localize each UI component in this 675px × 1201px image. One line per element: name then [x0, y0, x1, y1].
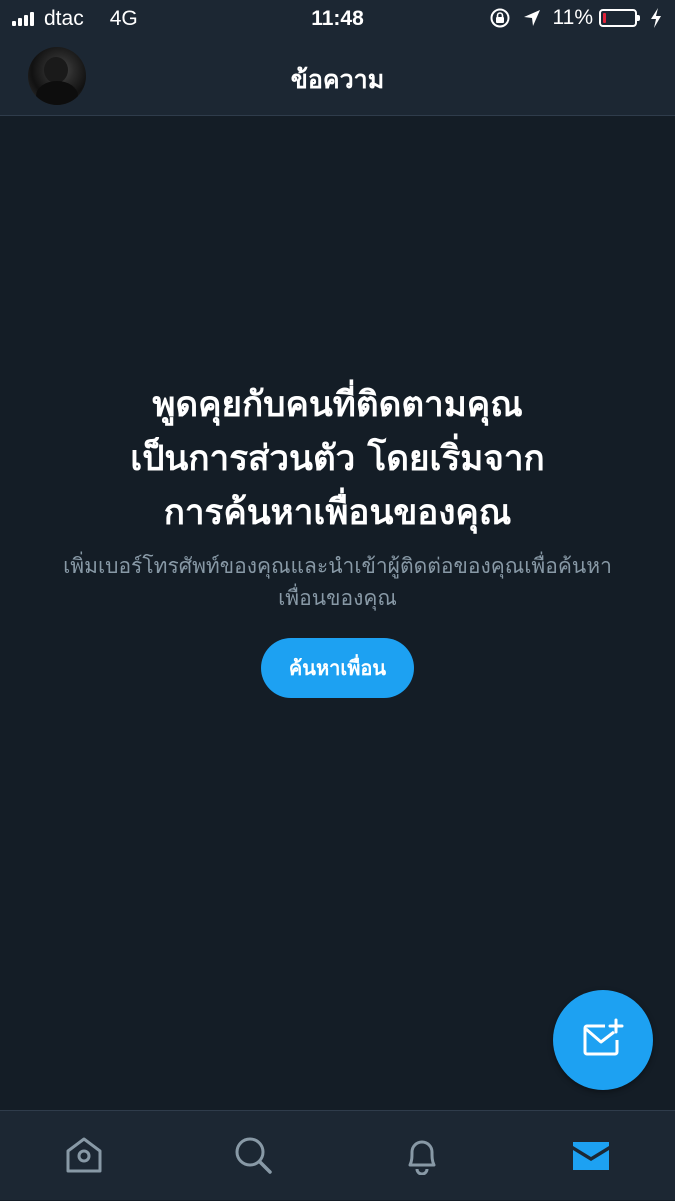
tab-home[interactable]: [0, 1111, 168, 1201]
search-icon: [235, 1137, 272, 1174]
empty-state-title: พูดคุยกับคนที่ติดตามคุณเป็นการส่วนตัว โด…: [130, 385, 545, 533]
empty-state-subtitle: เพิ่มเบอร์โทรศัพท์ของคุณและนำเข้าผู้ติดต…: [63, 554, 612, 610]
orientation-lock-icon: [490, 8, 510, 28]
tab-search[interactable]: [169, 1111, 337, 1201]
notifications-icon: [408, 1140, 436, 1175]
messages-empty-state: พูดคุยกับคนที่ติดตามคุณเป็นการส่วนตัว โด…: [40, 378, 635, 698]
messages-icon: [573, 1142, 609, 1170]
tab-notifications[interactable]: [338, 1111, 506, 1201]
charging-bolt-icon: [651, 8, 661, 28]
top-navigation-bar: ข้อความ: [0, 40, 675, 116]
battery-level-fill: [603, 13, 606, 23]
tab-messages[interactable]: [507, 1111, 675, 1201]
new-message-icon: [583, 1018, 624, 1056]
find-friends-button[interactable]: ค้นหาเพื่อน: [260, 638, 415, 698]
battery-percent: 11%: [552, 6, 593, 29]
status-bar-right: 11%: [489, 6, 663, 30]
bottom-tab-bar: [0, 1110, 675, 1200]
battery-icon: [599, 9, 640, 27]
page-title: ข้อความ: [290, 65, 385, 94]
status-bar: dtac 4G 11:48 11%: [0, 0, 675, 40]
location-arrow-icon: [523, 10, 540, 26]
compose-message-button[interactable]: [553, 990, 653, 1090]
home-icon: [66, 1137, 102, 1173]
